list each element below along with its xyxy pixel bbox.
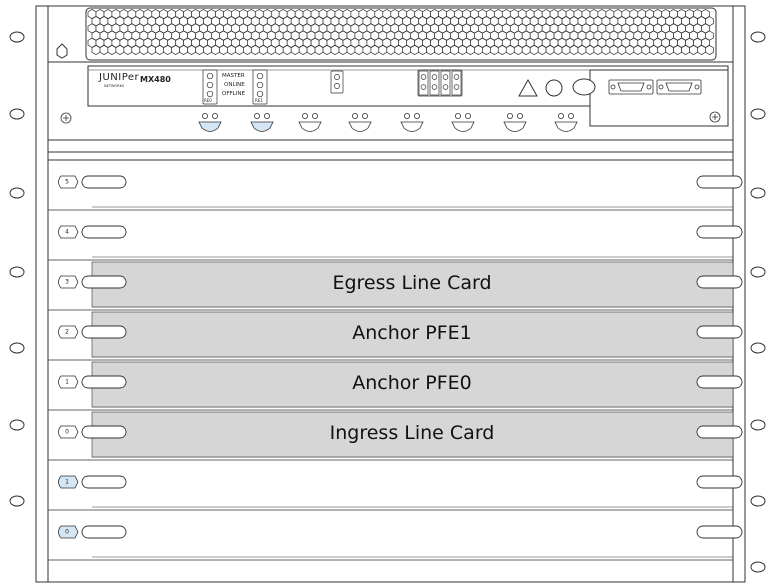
acknowledge-button-icon xyxy=(545,79,563,97)
craft-interface-panel: JUNIPer NETWORKS MX480 RE0 MASTER ONLINE… xyxy=(60,65,729,127)
ejector-screw-icon xyxy=(413,113,420,120)
brand-sub: NETWORKS xyxy=(104,84,125,88)
line-card-label: Anchor PFE1 xyxy=(352,322,471,344)
ejector-handle-icon[interactable] xyxy=(250,121,274,132)
chassis-model: MX480 xyxy=(140,75,171,84)
ejector-screw-icon xyxy=(351,113,358,120)
right-ejector-handle[interactable] xyxy=(696,225,743,239)
ejector-screw-icon xyxy=(403,113,410,120)
right-rack-ear xyxy=(750,31,766,573)
slot-number: 2 xyxy=(65,329,69,336)
ejector-screw-icon xyxy=(263,113,270,120)
ejector-screw-icon xyxy=(517,113,524,120)
line-card-slots: 54Egress Line Card3Anchor PFE12Anchor PF… xyxy=(48,175,743,561)
line-card-label: Ingress Line Card xyxy=(330,422,495,444)
slot-1-row: 1 xyxy=(48,475,743,511)
re1-label: RE1 xyxy=(255,98,263,103)
ejector-handle-icon[interactable] xyxy=(298,121,322,132)
line-card-label: Egress Line Card xyxy=(332,272,491,294)
right-ejector-handle[interactable] xyxy=(696,525,743,539)
left-ejector-handle[interactable] xyxy=(81,525,127,539)
left-ejector-handle[interactable] xyxy=(81,475,127,489)
mx480-chassis-diagram: JUNIPer NETWORKS MX480 RE0 MASTER ONLINE… xyxy=(9,5,766,583)
slot-4-row: 4 xyxy=(48,225,743,261)
ejector-handle-icon[interactable] xyxy=(400,121,424,132)
ejector-screw-icon xyxy=(301,113,308,120)
ejector-screw-icon xyxy=(558,113,565,120)
ejector-screw-icon xyxy=(464,113,471,120)
slot-2-row: Anchor PFE1 2 xyxy=(48,311,743,361)
slot-3-row: Egress Line Card 3 xyxy=(48,261,743,311)
right-ejector-handle[interactable] xyxy=(696,425,743,439)
ejector-handle-icon[interactable] xyxy=(503,121,527,132)
ejector-handle-icon[interactable] xyxy=(554,121,578,132)
ejector-screw-icon xyxy=(361,113,368,120)
ejector-screw-icon xyxy=(211,113,218,120)
power-button-icon xyxy=(572,78,596,96)
ejector-handle-icon[interactable] xyxy=(198,121,222,132)
slot-number: 4 xyxy=(65,229,69,236)
ejector-screw-icon xyxy=(454,113,461,120)
slot-number: 1 xyxy=(65,379,69,386)
re0-label: RE0 xyxy=(204,98,212,103)
right-ejector-handle[interactable] xyxy=(696,325,743,339)
ejector-screw-icon xyxy=(568,113,575,120)
left-rack-ear xyxy=(9,31,25,507)
ejector-screw-icon xyxy=(506,113,513,120)
right-ejector-handle[interactable] xyxy=(696,375,743,389)
slot-number: 3 xyxy=(65,279,69,286)
brand-logo: JUNIPer xyxy=(98,72,140,83)
right-ejector-handle[interactable] xyxy=(696,475,743,489)
status-offline: OFFLINE xyxy=(222,91,245,97)
ejector-screw-icon xyxy=(201,113,208,120)
left-ejector-handle[interactable] xyxy=(81,275,127,289)
ejector-screw-icon xyxy=(311,113,318,120)
hex-screw-icon xyxy=(56,43,68,59)
left-ejector-handle[interactable] xyxy=(81,375,127,389)
slot-1-row: Anchor PFE0 1 xyxy=(48,361,743,411)
line-card-label: Anchor PFE0 xyxy=(352,372,471,394)
slot-number: 0 xyxy=(65,529,69,536)
slot-5-row: 5 xyxy=(48,175,743,211)
ejector-row xyxy=(198,113,578,132)
slot-number: 1 xyxy=(65,479,69,486)
left-ejector-handle[interactable] xyxy=(81,325,127,339)
vent-grille xyxy=(85,7,717,61)
ejector-handle-icon[interactable] xyxy=(451,121,475,132)
status-master: MASTER xyxy=(222,73,245,79)
slot-0-row: 0 xyxy=(48,525,743,561)
ejector-handle-icon[interactable] xyxy=(348,121,372,132)
slot-number: 0 xyxy=(65,429,69,436)
right-ejector-handle[interactable] xyxy=(696,175,743,189)
slot-0-row: Ingress Line Card 0 xyxy=(48,411,743,461)
left-ejector-handle[interactable] xyxy=(81,225,127,239)
left-ejector-handle[interactable] xyxy=(81,425,127,439)
right-ejector-handle[interactable] xyxy=(696,275,743,289)
slot-number: 5 xyxy=(65,179,69,186)
status-online: ONLINE xyxy=(224,82,245,88)
ejector-screw-icon xyxy=(253,113,260,120)
left-ejector-handle[interactable] xyxy=(81,175,127,189)
